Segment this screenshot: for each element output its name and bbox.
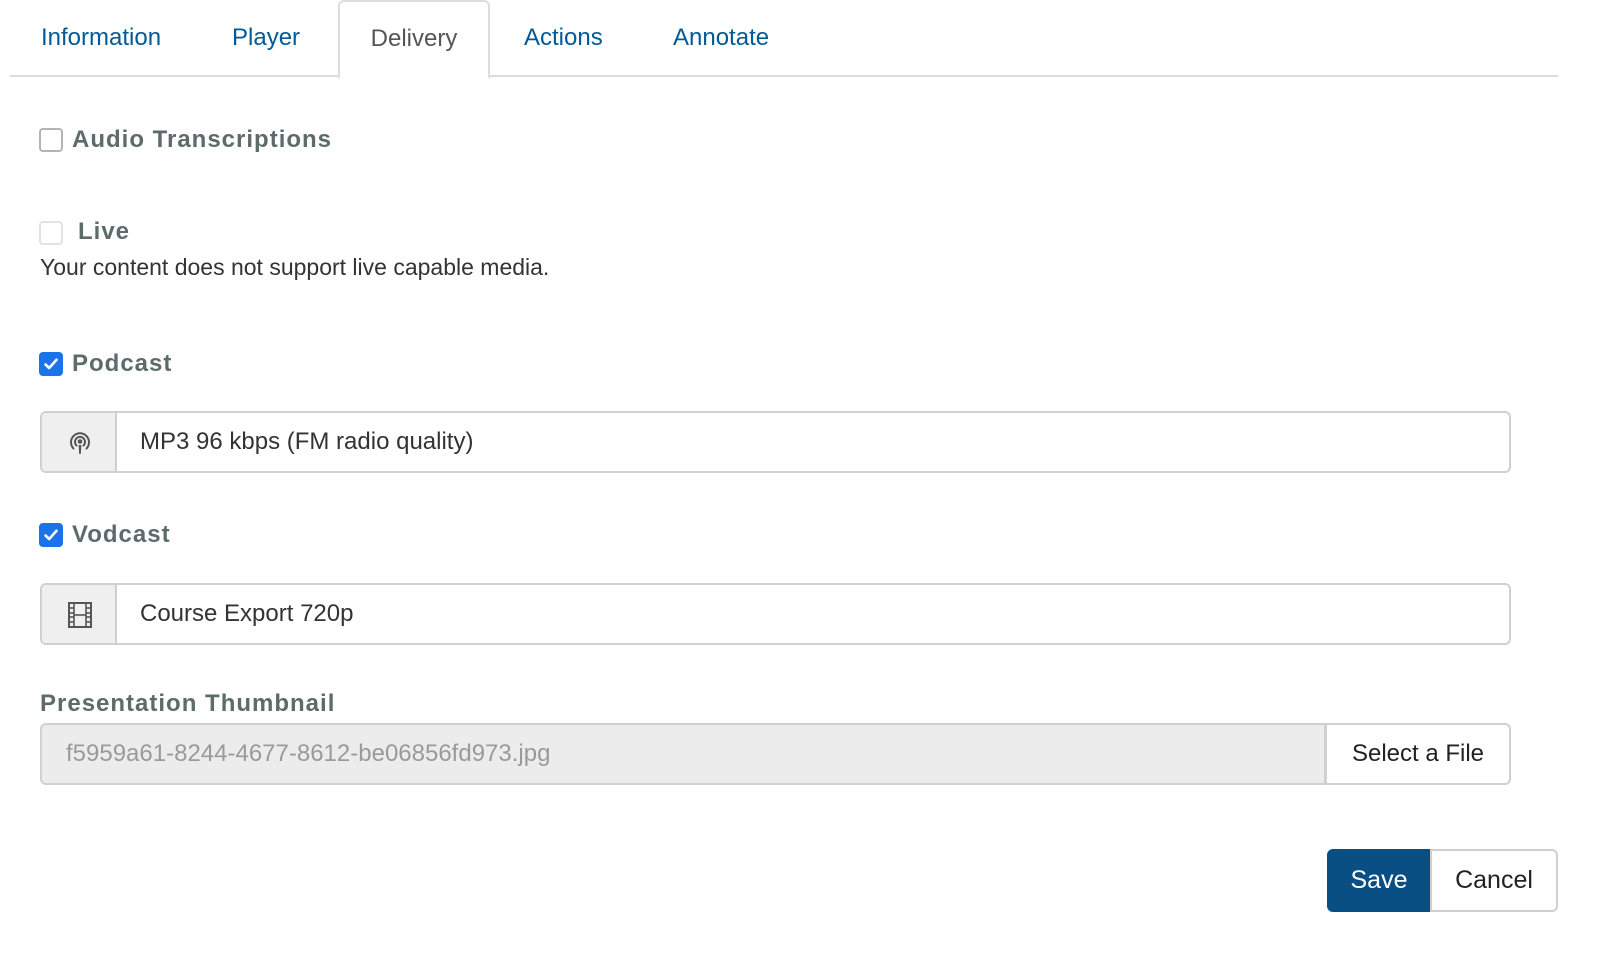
tab-actions[interactable]: Actions bbox=[524, 0, 603, 77]
vodcast-format-field[interactable]: Course Export 720p bbox=[40, 583, 1511, 645]
live-checkbox[interactable] bbox=[39, 221, 63, 245]
audio-transcriptions-checkbox[interactable] bbox=[39, 128, 63, 152]
podcast-icon bbox=[70, 432, 90, 454]
vodcast-format-value: Course Export 720p bbox=[140, 600, 354, 627]
audio-transcriptions-label: Audio Transcriptions bbox=[72, 126, 333, 153]
vodcast-checkbox[interactable] bbox=[39, 523, 63, 547]
vodcast-label: Vodcast bbox=[72, 521, 171, 548]
tab-information[interactable]: Information bbox=[41, 0, 161, 77]
podcast-format-value: MP3 96 kbps (FM radio quality) bbox=[140, 428, 474, 455]
live-label: Live bbox=[78, 218, 131, 245]
tab-bar: Information Player Delivery Actions Anno… bbox=[10, 0, 1558, 79]
tab-annotate[interactable]: Annotate bbox=[673, 0, 769, 77]
tab-player[interactable]: Player bbox=[232, 0, 300, 77]
select-file-button[interactable]: Select a File bbox=[1325, 723, 1511, 785]
tab-delivery[interactable]: Delivery bbox=[338, 0, 490, 79]
podcast-format-field[interactable]: MP3 96 kbps (FM radio quality) bbox=[40, 411, 1511, 473]
podcast-addon bbox=[42, 413, 117, 471]
thumbnail-filename-input[interactable]: f5959a61-8244-4677-8612-be06856fd973.jpg bbox=[40, 723, 1326, 785]
vodcast-addon bbox=[42, 585, 117, 643]
checkmark-icon bbox=[44, 358, 58, 370]
save-button[interactable]: Save bbox=[1327, 849, 1431, 912]
live-help-text: Your content does not support live capab… bbox=[40, 254, 550, 280]
film-icon bbox=[68, 602, 92, 628]
thumbnail-label: Presentation Thumbnail bbox=[40, 690, 336, 717]
podcast-label: Podcast bbox=[72, 350, 173, 377]
podcast-checkbox[interactable] bbox=[39, 352, 63, 376]
cancel-button[interactable]: Cancel bbox=[1430, 849, 1558, 912]
checkmark-icon bbox=[44, 529, 58, 541]
